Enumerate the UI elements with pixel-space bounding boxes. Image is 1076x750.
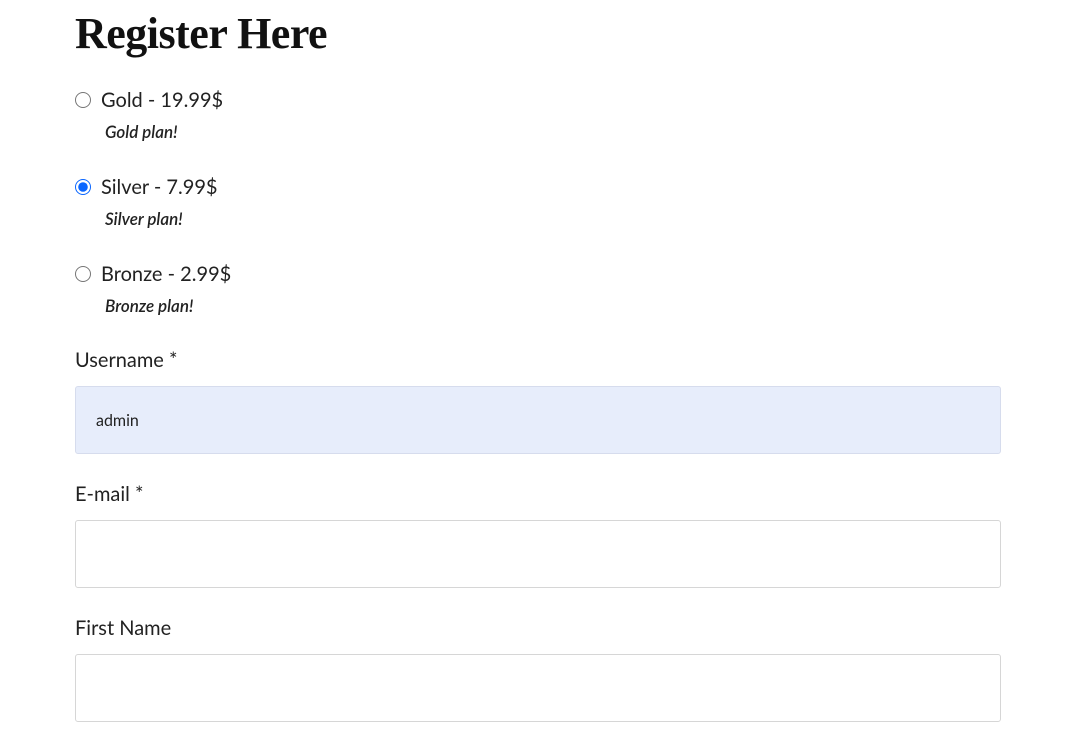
plan-row-silver[interactable]: Silver - 7.99$ [75,174,1001,200]
label-username: Username * [75,348,1001,372]
plan-group: Gold - 19.99$ Gold plan! Silver - 7.99$ … [75,87,1001,316]
label-email: E-mail * [75,482,1001,506]
plan-label-gold: Gold - 19.99$ [101,87,223,113]
field-firstname: First Name [75,616,1001,722]
plan-desc-gold: Gold plan! [105,121,1001,142]
plan-row-gold[interactable]: Gold - 19.99$ [75,87,1001,113]
plan-radio-gold[interactable] [75,92,91,108]
plan-label-silver: Silver - 7.99$ [101,174,218,200]
field-username: Username * [75,348,1001,454]
plan-label-bronze: Bronze - 2.99$ [101,261,231,287]
firstname-input[interactable] [75,654,1001,722]
label-firstname: First Name [75,616,1001,640]
plan-desc-bronze: Bronze plan! [105,295,1001,316]
plan-radio-silver[interactable] [75,179,91,195]
plan-option-bronze: Bronze - 2.99$ Bronze plan! [75,261,1001,316]
username-input[interactable] [75,386,1001,454]
plan-option-gold: Gold - 19.99$ Gold plan! [75,87,1001,142]
plan-radio-bronze[interactable] [75,266,91,282]
field-email: E-mail * [75,482,1001,588]
plan-row-bronze[interactable]: Bronze - 2.99$ [75,261,1001,287]
page-title: Register Here [75,8,1001,59]
plan-option-silver: Silver - 7.99$ Silver plan! [75,174,1001,229]
plan-desc-silver: Silver plan! [105,208,1001,229]
email-input[interactable] [75,520,1001,588]
